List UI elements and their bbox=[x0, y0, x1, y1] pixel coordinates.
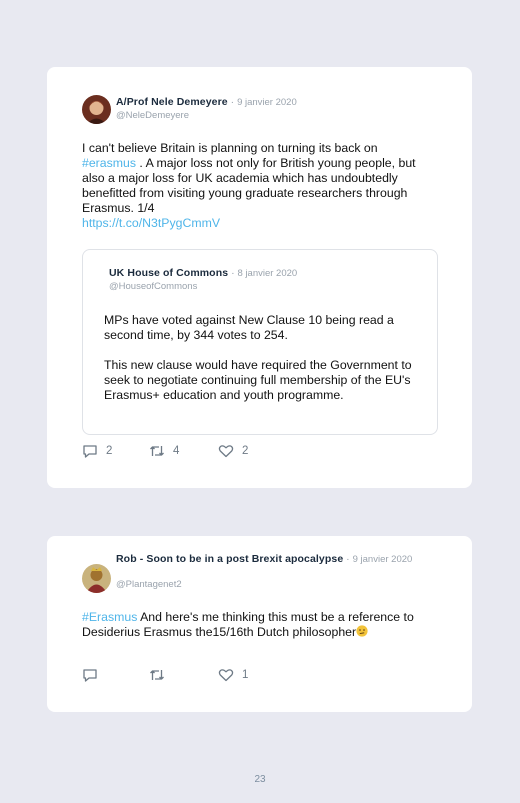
quoted-author-line: UK House of Commons · 8 janvier 2020 bbox=[109, 267, 429, 280]
hashtag-link[interactable]: #erasmus bbox=[82, 156, 136, 170]
quoted-date[interactable]: 8 janvier 2020 bbox=[238, 268, 298, 279]
retweet-icon bbox=[150, 446, 164, 456]
heart-icon bbox=[218, 669, 234, 682]
tweet-link[interactable]: https://t.co/N3tPygCmmV bbox=[82, 216, 220, 230]
separator: · bbox=[228, 267, 238, 279]
tweet-actions: 2 4 2 bbox=[82, 444, 382, 460]
quoted-text: MPs have voted against New Clause 10 bei… bbox=[104, 313, 424, 403]
author-line: Rob - Soon to be in a post Brexit apocal… bbox=[116, 553, 436, 566]
reply-button[interactable]: 2 bbox=[82, 444, 112, 458]
tweet-actions: 1 bbox=[82, 668, 382, 684]
reply-icon bbox=[83, 669, 97, 682]
retweet-count: 4 bbox=[173, 445, 180, 457]
hashtag-link[interactable]: #Erasmus bbox=[82, 610, 137, 624]
separator: · bbox=[343, 553, 353, 565]
tweet-date[interactable]: 9 janvier 2020 bbox=[353, 554, 413, 565]
like-button[interactable]: 2 bbox=[218, 444, 248, 458]
tweet-text: I can't believe Britain is planning on t… bbox=[82, 141, 432, 231]
like-button[interactable]: 1 bbox=[218, 668, 248, 682]
retweet-icon bbox=[150, 670, 164, 680]
tweet-date[interactable]: 9 janvier 2020 bbox=[237, 97, 297, 108]
author-handle[interactable]: @NeleDemeyere bbox=[116, 110, 189, 121]
avatar[interactable] bbox=[82, 564, 111, 593]
quoted-paragraph-2: This new clause would have required the … bbox=[104, 358, 412, 402]
author-handle[interactable]: @Plantagenet2 bbox=[116, 579, 182, 590]
quoted-tweet[interactable]: UK House of Commons · 8 janvier 2020 @Ho… bbox=[82, 249, 438, 435]
tweet-text: #Erasmus And here's me thinking this mus… bbox=[82, 610, 432, 640]
tweet-text-before: I can't believe Britain is planning on t… bbox=[82, 141, 378, 155]
quoted-author-name[interactable]: UK House of Commons bbox=[109, 267, 228, 279]
page-number: 23 bbox=[254, 774, 266, 785]
reply-count: 2 bbox=[106, 445, 113, 457]
confused-face-emoji-icon bbox=[356, 625, 368, 637]
heart-icon bbox=[218, 445, 234, 458]
retweet-button[interactable]: 4 bbox=[149, 444, 179, 458]
tweet-card-2: Rob - Soon to be in a post Brexit apocal… bbox=[47, 536, 472, 712]
tweet-card-1: A/Prof Nele Demeyere · 9 janvier 2020 @N… bbox=[47, 67, 472, 488]
reply-button[interactable] bbox=[82, 668, 106, 682]
author-name[interactable]: A/Prof Nele Demeyere bbox=[116, 96, 228, 108]
like-count: 1 bbox=[242, 669, 249, 681]
author-name[interactable]: Rob - Soon to be in a post Brexit apocal… bbox=[116, 553, 343, 565]
retweet-button[interactable] bbox=[149, 668, 173, 682]
avatar[interactable] bbox=[82, 95, 111, 124]
reply-icon bbox=[83, 445, 97, 458]
separator: · bbox=[227, 96, 238, 108]
like-count: 2 bbox=[242, 445, 249, 457]
quoted-paragraph-1: MPs have voted against New Clause 10 bei… bbox=[104, 313, 394, 342]
author-line: A/Prof Nele Demeyere · 9 janvier 2020 bbox=[116, 96, 436, 109]
quoted-handle[interactable]: @HouseofCommons bbox=[109, 281, 197, 292]
